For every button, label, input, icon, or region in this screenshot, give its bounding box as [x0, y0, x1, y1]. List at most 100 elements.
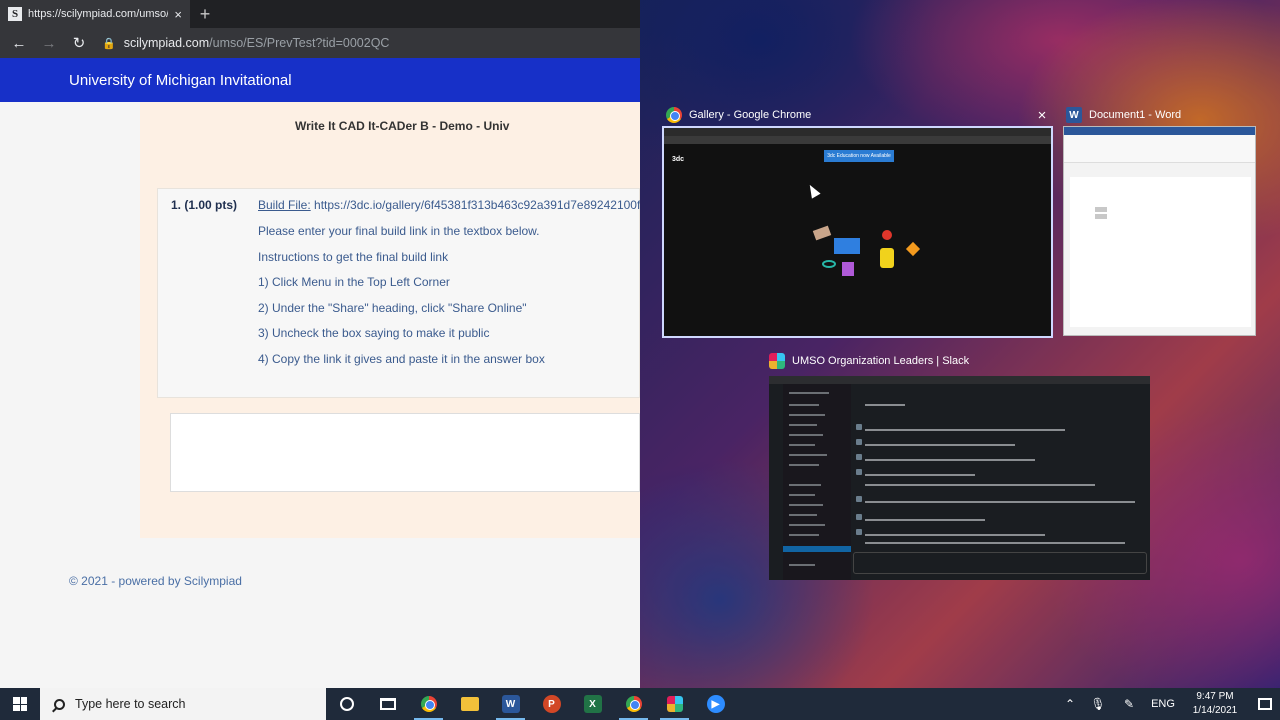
slack-thumb-avatar: [856, 529, 862, 535]
system-tray: ⌃ 🎙 ✎ ENG 9:47 PM 1/14/2021: [1056, 688, 1280, 720]
slack-thumb-text: [865, 459, 1035, 461]
start-button[interactable]: [0, 688, 40, 720]
word-thumb-line: [1095, 214, 1107, 219]
search-placeholder: Type here to search: [75, 697, 186, 711]
cad-shape-wedge: [812, 225, 832, 241]
slack-window-title: UMSO Organization Leaders | Slack: [792, 355, 970, 367]
question-line: 4) Copy the link it gives and paste it i…: [258, 352, 545, 366]
slack-thumb-channel: [789, 392, 829, 394]
slack-thumb-text: [865, 404, 905, 406]
taskbar: Type here to search W P X ▶ ⌃ 🎙 ✎ ENG 9:…: [0, 688, 1280, 720]
taskbar-word[interactable]: W: [490, 688, 531, 720]
back-icon[interactable]: ←: [6, 30, 32, 56]
chrome-window-title: Gallery - Google Chrome: [689, 109, 812, 121]
reload-icon[interactable]: ↻: [66, 30, 92, 56]
slack-thumb-avatar: [856, 454, 862, 460]
taskbar-chrome-2[interactable]: [613, 688, 654, 720]
thumbnail-toolbar: [664, 136, 1051, 144]
forward-icon[interactable]: →: [36, 30, 62, 56]
pen-icon[interactable]: ✎: [1112, 688, 1146, 720]
browser-tab[interactable]: S https://scilympiad.com/umso/ES ×: [0, 0, 190, 28]
browser-toolbar: ← → ↻ 🔒 scilympiad.com/umso/ES/PrevTest?…: [0, 28, 640, 58]
question-line: 1) Click Menu in the Top Left Corner: [258, 275, 450, 289]
cortana-icon: [339, 697, 354, 711]
slack-thumb-channel: [789, 414, 825, 416]
answer-textbox[interactable]: [170, 413, 640, 492]
slack-thumb-rail: [769, 384, 783, 580]
task-view-button[interactable]: [367, 688, 408, 720]
slack-thumb-channel: [789, 464, 819, 466]
clock[interactable]: 9:47 PM 1/14/2021: [1180, 690, 1250, 718]
taskbar-slack[interactable]: [654, 688, 695, 720]
slack-thumb-text: [865, 534, 1045, 536]
cad-shape-cylinder: [880, 248, 894, 268]
slack-thumb-text: [865, 542, 1125, 544]
clock-time: 9:47 PM: [1196, 691, 1234, 702]
slack-thumb-dm: [789, 484, 821, 486]
tab-strip: S https://scilympiad.com/umso/ES × +: [0, 0, 640, 28]
slack-thumb-topbar: [769, 376, 1150, 384]
slack-thumb-dm: [789, 504, 823, 506]
page-content: Write It CAD It-CADer B - Demo - Univ 1.…: [0, 102, 640, 688]
slack-window-thumbnail[interactable]: [769, 376, 1150, 580]
slack-thumb-text: [865, 429, 1065, 431]
url-text: scilympiad.com/umso/ES/PrevTest?tid=0002…: [124, 36, 390, 50]
close-window-icon[interactable]: ×: [1034, 107, 1050, 124]
cortana-button[interactable]: [326, 688, 367, 720]
site-header: University of Michigan Invitational: [0, 58, 640, 102]
chrome-window-label[interactable]: Gallery - Google Chrome: [666, 107, 811, 123]
folder-icon: [460, 697, 479, 711]
windows-logo-icon: [13, 697, 27, 711]
word-window-thumbnail[interactable]: [1063, 126, 1256, 336]
taskbar-chrome[interactable]: [408, 688, 449, 720]
word-icon: W: [501, 695, 520, 713]
clock-date: 1/14/2021: [1192, 705, 1238, 716]
taskbar-search-box[interactable]: Type here to search: [40, 688, 326, 720]
word-window-title: Document1 - Word: [1089, 109, 1182, 121]
slack-thumb-avatar: [856, 469, 862, 475]
cad-shape-torus: [822, 260, 836, 268]
taskbar-zoom[interactable]: ▶: [695, 688, 736, 720]
taskbar-file-explorer[interactable]: [449, 688, 490, 720]
slack-thumb-active-item: [783, 546, 851, 552]
powerpoint-icon: P: [542, 695, 561, 713]
thumbnail-tabstrip: [664, 128, 1051, 136]
notification-center-button[interactable]: [1250, 688, 1280, 720]
task-view-icon: [379, 698, 396, 710]
slack-thumb-text: [865, 501, 1135, 503]
cad-shape-cone: [905, 241, 921, 257]
slack-thumb-text: [865, 484, 1095, 486]
word-thumb-ribbon: [1064, 135, 1255, 163]
question-line: Instructions to get the final build link: [258, 250, 449, 264]
slack-window-label[interactable]: UMSO Organization Leaders | Slack: [769, 353, 969, 369]
word-icon: W: [1066, 107, 1082, 123]
word-thumb-document: [1070, 177, 1251, 327]
thumbnail-banner: 3dc Education now Available: [824, 150, 894, 162]
cad-shape-prism: [842, 262, 854, 276]
word-window-label[interactable]: W Document1 - Word: [1066, 107, 1181, 123]
taskbar-powerpoint[interactable]: P: [531, 688, 572, 720]
slack-thumb-text: [865, 444, 1015, 446]
address-bar[interactable]: 🔒 scilympiad.com/umso/ES/PrevTest?tid=00…: [96, 31, 634, 55]
taskbar-excel[interactable]: X: [572, 688, 613, 720]
browser-window: S https://scilympiad.com/umso/ES × + ← →…: [0, 0, 640, 688]
new-tab-button[interactable]: +: [190, 0, 220, 28]
slack-thumb-dm: [789, 524, 825, 526]
slack-icon: [769, 353, 785, 369]
question-line: 3) Uncheck the box saying to make it pub…: [258, 326, 490, 340]
slack-thumb-avatar: [856, 496, 862, 502]
chrome-window-thumbnail[interactable]: 3dc Education now Available 3dc: [662, 126, 1053, 338]
microphone-icon[interactable]: 🎙: [1084, 688, 1112, 720]
close-tab-icon[interactable]: ×: [174, 7, 182, 22]
build-file-label: Build File:: [258, 198, 311, 212]
slack-thumb-message-box: [853, 552, 1147, 574]
slack-thumb-avatar: [856, 439, 862, 445]
build-file-link[interactable]: https://3dc.io/gallery/6f45381f313b463c9…: [311, 198, 640, 212]
url-path: /umso/ES/PrevTest?tid=0002QC: [209, 36, 390, 50]
slack-thumb-avatar: [856, 514, 862, 520]
cad-shape-sphere: [882, 230, 892, 240]
language-indicator[interactable]: ENG: [1146, 688, 1180, 720]
show-hidden-icons-icon[interactable]: ⌃: [1056, 688, 1084, 720]
slack-thumb-avatar: [856, 424, 862, 430]
slack-thumb-text: [865, 474, 975, 476]
